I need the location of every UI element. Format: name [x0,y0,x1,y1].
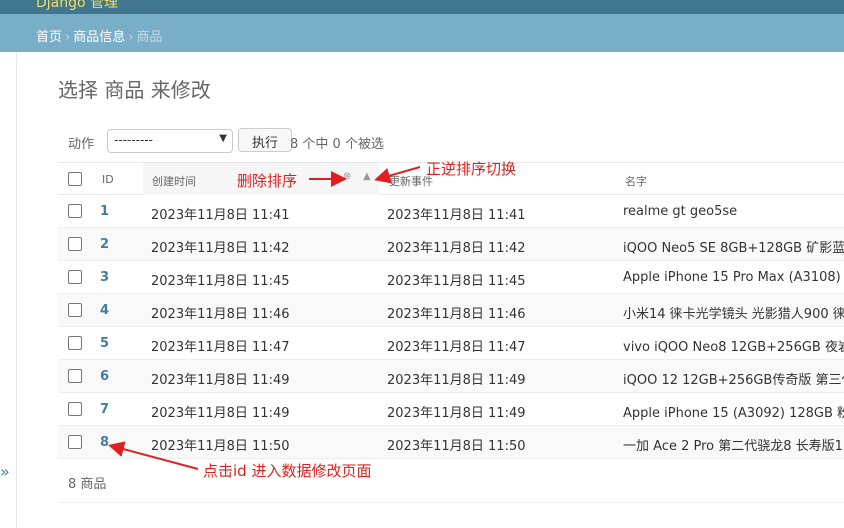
row-checkbox[interactable] [68,237,82,251]
row-name: realme gt geo5se [623,204,738,219]
row-created: 2023年11月8日 11:46 [151,307,290,322]
row-updated: 2023年11月8日 11:41 [387,208,526,223]
row-name: 小米14 徕卡光学镜头 光影猎人900 徕卡 [623,307,844,322]
row-checkbox[interactable] [68,369,82,383]
page-title: 选择 商品 来修改 [58,78,211,102]
table-row: 7 2023年11月8日 11:49 2023年11月8日 11:49 Apple i… [58,393,844,426]
chevron-down-icon: ▼ [219,133,227,144]
select-all-checkbox[interactable] [68,172,82,186]
row-updated: 2023年11月8日 11:49 [387,373,526,388]
row-created: 2023年11月8日 11:41 [151,208,290,223]
row-updated: 2023年11月8日 11:46 [387,307,526,322]
row-id-link[interactable]: 4 [100,303,109,318]
site-brand[interactable]: Django 管理 [36,0,118,12]
row-created: 2023年11月8日 11:49 [151,373,290,388]
table-row: 3 2023年11月8日 11:45 2023年11月8日 11:45 Apple i… [58,261,844,294]
selection-counter: 8 个中 0 个被选 [290,137,384,152]
row-name: iQOO 12 12GB+256GB传奇版 第三代骁 [623,373,844,388]
action-select[interactable]: --------- ▼ [107,129,233,153]
action-select-value: --------- [114,133,153,147]
table-row: 2 2023年11月8日 11:42 2023年11月8日 11:42 iQOO Ne… [58,228,844,261]
row-checkbox[interactable] [68,435,82,449]
row-name: iQOO Neo5 SE 8GB+128GB 矿影蓝 [623,241,844,256]
table-row: 8 2023年11月8日 11:50 2023年11月8日 11:50 一加 Ace … [58,426,844,459]
row-checkbox[interactable] [68,336,82,350]
row-name: Apple iPhone 15 Pro Max (A3108) 256 [623,270,844,285]
row-updated: 2023年11月8日 11:42 [387,241,526,256]
row-id-link[interactable]: 2 [100,237,109,252]
annotation-toggle-sort: 正逆排序切换 [426,160,517,178]
row-checkbox[interactable] [68,303,82,317]
table-row: 6 2023年11月8日 11:49 2023年11月8日 11:49 iQOO 12… [58,360,844,393]
action-label: 动作 [68,137,95,152]
sidebar-toggle-icon[interactable]: » [0,462,10,481]
row-created: 2023年11月8日 11:42 [151,241,290,256]
row-id-link[interactable]: 3 [100,270,109,285]
row-checkbox[interactable] [68,204,82,218]
row-name: 一加 Ace 2 Pro 第二代骁龙8 长寿版150 [623,439,844,454]
row-checkbox[interactable] [68,402,82,416]
breadcrumb-separator: › [128,30,134,45]
sidebar-divider [16,52,17,528]
result-count: 8 商品 [58,461,844,503]
column-header-name[interactable]: 名字 [625,163,647,195]
column-header-created-label: 创建时间 [152,175,196,188]
row-name: vivo iQOO Neo8 12GB+256GB 夜岩 第一 [623,340,844,355]
result-list: ID 创建时间 ⊗ ▲ 更新事件 名字 1 2023年11月8日 11:41 202… [58,162,844,459]
breadcrumb-current: 商品 [136,30,163,45]
breadcrumb-app[interactable]: 商品信息 [73,30,125,45]
breadcrumb-separator: › [65,30,71,45]
table-row: 5 2023年11月8日 11:47 2023年11月8日 11:47 vivo iQ… [58,327,844,360]
row-updated: 2023年11月8日 11:47 [387,340,526,355]
row-id-link[interactable]: 1 [100,204,109,219]
remove-sort-icon[interactable]: ⊗ [343,171,351,182]
row-created: 2023年11月8日 11:45 [151,274,290,289]
row-id-link[interactable]: 5 [100,336,109,351]
table-row: 4 2023年11月8日 11:46 2023年11月8日 11:46 小米14 徕卡… [58,294,844,327]
row-updated: 2023年11月8日 11:45 [387,274,526,289]
sort-toggle-icon[interactable]: ▲ [363,171,371,182]
breadcrumb-home[interactable]: 首页 [36,30,62,45]
row-created: 2023年11月8日 11:50 [151,439,290,454]
row-checkbox[interactable] [68,270,82,284]
row-created: 2023年11月8日 11:47 [151,340,290,355]
breadcrumb: 首页 › 商品信息 › 商品 [0,14,844,52]
row-updated: 2023年11月8日 11:49 [387,406,526,421]
row-name: Apple iPhone 15 (A3092) 128GB 粉色 支 [623,406,844,421]
row-created: 2023年11月8日 11:49 [151,406,290,421]
column-header-id[interactable]: ID [102,163,114,195]
table-row: 1 2023年11月8日 11:41 2023年11月8日 11:41 realme … [58,195,844,228]
annotation-remove-sort: 删除排序 [237,172,298,190]
row-updated: 2023年11月8日 11:50 [387,439,526,454]
table-body: 1 2023年11月8日 11:41 2023年11月8日 11:41 realme … [58,195,844,459]
run-action-button[interactable]: 执行 [238,128,292,152]
header-bar: Django 管理 [0,0,844,14]
annotation-click-id: 点击id 进入数据修改页面 [203,462,372,480]
row-id-link[interactable]: 6 [100,369,109,384]
row-id-link[interactable]: 8 [100,435,109,450]
row-id-link[interactable]: 7 [100,402,109,417]
